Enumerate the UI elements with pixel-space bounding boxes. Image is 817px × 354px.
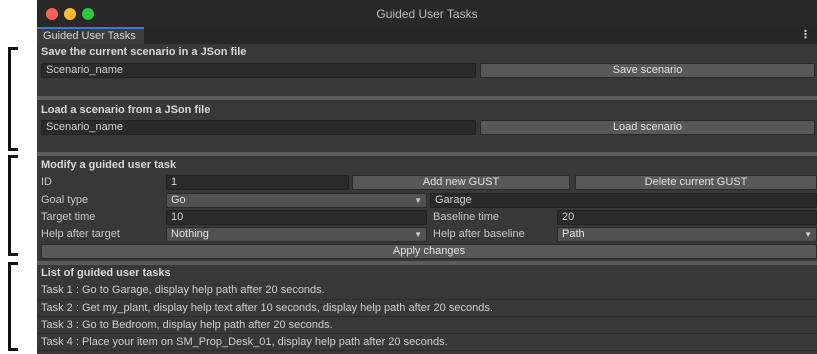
chevron-down-icon: ▼ [804,230,812,239]
goal-type-label: Goal type [41,194,89,206]
load-scenario-name-input[interactable]: Scenario_name [41,120,476,135]
baseline-time-label: Baseline time [433,211,500,223]
tab-guided-user-tasks[interactable]: Guided User Tasks [37,27,144,44]
editor-window: Guided User Tasks Guided User Tasks ⋮ Sa… [37,0,817,354]
tab-bar: Guided User Tasks ⋮ [37,27,817,44]
task-list-item: Task 3 : Go to Bedroom, display help pat… [41,319,333,331]
list-section-title: List of guided user tasks [41,267,171,279]
list-divider [37,333,817,334]
goal-target-field[interactable]: Garage [430,193,817,208]
add-new-gust-button[interactable]: Add new GUST [352,175,570,190]
window-title: Guided User Tasks [376,7,478,21]
task-list-item: Task 1 : Go to Garage, display help path… [41,284,325,296]
id-label: ID [41,176,52,188]
baseline-time-field[interactable]: 20 [557,210,817,225]
help-after-baseline-dropdown[interactable]: Path ▼ [557,227,817,242]
chevron-down-icon: ▼ [414,196,422,205]
list-divider [37,350,817,351]
goal-type-dropdown[interactable]: Go ▼ [166,193,427,208]
more-options-icon[interactable]: ⋮ [800,28,811,41]
task-list-item: Task 2 : Get my_plant, display help text… [41,302,493,314]
title-bar: Guided User Tasks [37,0,817,27]
chevron-down-icon: ▼ [414,230,422,239]
bracket-save-load [8,47,18,151]
help-after-baseline-label: Help after baseline [433,228,525,240]
bracket-modify [8,155,18,256]
delete-current-gust-button[interactable]: Delete current GUST [575,175,817,190]
list-divider [37,299,817,300]
list-divider [37,316,817,317]
section-separator [37,96,817,100]
goal-type-value: Go [171,194,186,206]
help-after-target-dropdown[interactable]: Nothing ▼ [166,227,427,242]
save-section-title: Save the current scenario in a JSon file [41,46,247,58]
apply-changes-button[interactable]: Apply changes [41,244,817,259]
save-scenario-name-input[interactable]: Scenario_name [41,63,476,78]
section-separator [37,152,817,156]
save-scenario-button[interactable]: Save scenario [480,63,815,78]
target-time-label: Target time [41,211,96,223]
load-section-title: Load a scenario from a JSon file [41,104,211,116]
modify-section-title: Modify a guided user task [41,159,177,171]
bracket-list [8,262,18,351]
target-time-field[interactable]: 10 [166,210,427,225]
help-after-target-label: Help after target [41,228,120,240]
task-list-item: Task 4 : Place your item on SM_Prop_Desk… [41,336,448,348]
help-after-target-value: Nothing [171,228,209,240]
load-scenario-button[interactable]: Load scenario [480,120,815,135]
id-field[interactable]: 1 [166,175,349,190]
section-separator [37,261,817,265]
help-after-baseline-value: Path [562,228,585,240]
